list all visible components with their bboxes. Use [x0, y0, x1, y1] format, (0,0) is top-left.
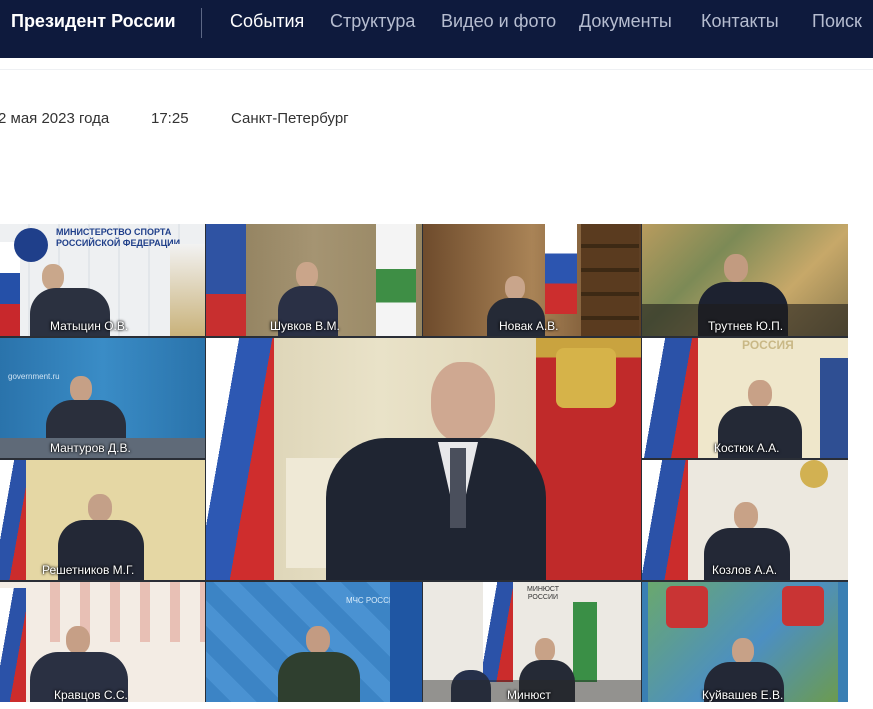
person-head	[42, 264, 64, 290]
tile-caption: Матыцин О.В.	[50, 319, 129, 333]
coat-of-arms-icon	[666, 586, 708, 628]
banner	[390, 582, 422, 702]
coat-of-arms-icon	[556, 348, 616, 408]
tile-trutnev: Трутнев Ю.П.	[642, 224, 848, 336]
tile-kravtsov: Кравцов С.С.	[0, 582, 205, 702]
person-head	[306, 626, 330, 654]
nav-item-events[interactable]: События	[230, 11, 304, 32]
russian-flag-icon	[0, 460, 26, 580]
top-navigation-bar: Президент России События Структура Видео…	[0, 0, 873, 58]
branded-backdrop	[30, 582, 205, 642]
person-head	[535, 638, 555, 662]
tile-kostyuk: РОССИЯ Костюк А.А.	[642, 338, 848, 458]
person-head	[724, 254, 748, 282]
website-wall-text: government.ru	[8, 372, 60, 381]
person-head	[732, 638, 754, 664]
tile-caption: Мантуров Д.В.	[50, 441, 131, 455]
tile-manturov: government.ru Мантуров Д.В.	[0, 338, 205, 458]
person-head	[88, 494, 112, 522]
tile-caption: Шувков В.М.	[270, 319, 340, 333]
tile-novak: Новак А.В.	[423, 224, 641, 336]
event-time: 17:25	[151, 110, 189, 127]
person-head	[748, 380, 772, 408]
ministry-banner	[170, 244, 205, 336]
header-divider-line	[0, 69, 873, 70]
video-conference-photo[interactable]: МИНИСТЕРСТВО СПОРТА РОССИЙСКОЙ ФЕДЕРАЦИИ…	[0, 224, 848, 702]
tile-caption: Костюк А.А.	[714, 441, 780, 455]
tile-kuyvashev: Куйвашев Е.В.	[642, 582, 848, 702]
russian-flag-icon	[0, 242, 20, 336]
person-head	[70, 376, 92, 402]
tile-caption: Кравцов С.С.	[54, 688, 128, 702]
russian-flag-icon	[642, 460, 688, 580]
emblem-icon	[14, 228, 48, 262]
person-head	[431, 362, 495, 442]
russian-flag-icon	[483, 582, 513, 682]
regional-flag	[376, 224, 416, 336]
russian-flag-icon	[206, 338, 274, 580]
nav-item-documents[interactable]: Документы	[579, 11, 672, 32]
wall-text: РОССИЯ	[742, 338, 794, 352]
person-uniform	[278, 652, 360, 702]
nav-item-search[interactable]: Поиск	[812, 11, 862, 32]
tile-caption: Трутнев Ю.П.	[708, 319, 784, 333]
regional-emblem-icon	[782, 586, 824, 626]
tile-shuvkov: Шувков В.М.	[206, 224, 422, 336]
tile-caption: Новак А.В.	[499, 319, 559, 333]
ministry-wall-text: МИНИСТЕРСТВО СПОРТА РОССИЙСКОЙ ФЕДЕРАЦИИ	[56, 227, 181, 248]
tile-caption: Куйвашев Е.В.	[702, 688, 784, 702]
event-place: Санкт-Петербург	[231, 110, 349, 127]
person-head	[505, 276, 525, 300]
site-brand-link[interactable]: Президент России	[11, 11, 176, 32]
nav-item-contacts[interactable]: Контакты	[701, 11, 779, 32]
nav-item-structure[interactable]: Структура	[330, 11, 415, 32]
tile-main-speaker	[206, 338, 641, 580]
russian-flag-icon	[0, 588, 26, 702]
nav-item-video-photo[interactable]: Видео и фото	[441, 11, 556, 32]
tile-caption: Козлов А.А.	[712, 563, 778, 577]
person-suit	[326, 438, 546, 580]
tile-minjust: МИНЮСТ РОССИИ Минюст	[423, 582, 641, 702]
event-date: 2 мая 2023 года	[0, 110, 110, 127]
wall-text: МИНЮСТ РОССИИ	[526, 586, 559, 601]
emblem-icon	[800, 460, 828, 488]
flag-red-stripe	[206, 294, 246, 336]
person-head	[296, 262, 318, 288]
brand-divider	[201, 8, 202, 38]
tile-caption: Минюст	[507, 688, 551, 702]
tile-kozlov: Козлов А.А.	[642, 460, 848, 580]
tile-matytsin: МИНИСТЕРСТВО СПОРТА РОССИЙСКОЙ ФЕДЕРАЦИИ…	[0, 224, 205, 336]
tile-caption: Решетников М.Г.	[42, 563, 135, 577]
regional-flag	[573, 602, 597, 682]
tie	[450, 448, 466, 528]
banner	[820, 358, 848, 458]
russian-flag-icon	[642, 338, 698, 458]
russian-flag-icon	[545, 224, 577, 314]
bookshelf	[581, 224, 639, 336]
tile-reshetnikov: Решетников М.Г.	[0, 460, 205, 580]
person-head	[66, 626, 90, 654]
person-head	[734, 502, 758, 530]
tile-mchs: МЧС РОССИИ	[206, 582, 422, 702]
